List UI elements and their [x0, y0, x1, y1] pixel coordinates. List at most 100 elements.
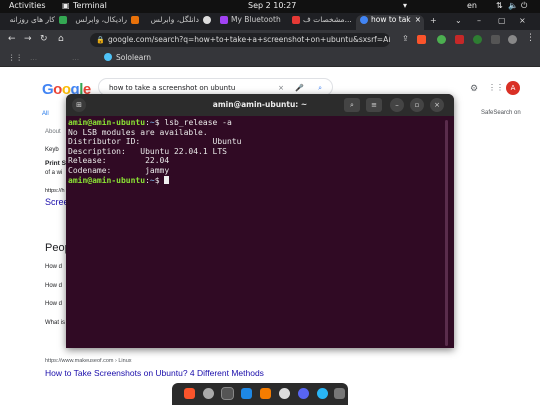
tab-5[interactable]: مشخصات ف... [288, 15, 354, 30]
extensions-puzzle-icon[interactable] [491, 35, 500, 44]
minimize-button[interactable]: – [477, 16, 481, 25]
tab-3[interactable]: دانلگل، وابرلس [144, 15, 214, 30]
extension-icon[interactable] [437, 35, 446, 44]
apps-grid-icon[interactable]: ⋮⋮ [488, 83, 504, 92]
tab-label: راديكال، وابرلس [75, 15, 127, 24]
result-title-link[interactable]: How to Take Screenshots on Ubuntu? 4 Dif… [45, 368, 264, 378]
maximize-icon[interactable]: ▫ [410, 98, 424, 112]
brave-extension-icon[interactable] [417, 35, 426, 44]
forward-icon[interactable]: → [24, 34, 32, 44]
minimize-icon[interactable]: – [390, 98, 404, 112]
text-cursor [164, 176, 170, 185]
clock[interactable]: Sep 2 10:27 [248, 1, 296, 10]
terminal-output[interactable]: amin@amin-ubuntu:~$ lsb_release -a No LS… [68, 118, 241, 185]
result-url[interactable]: https://www.makeuseof.com › Linux [45, 358, 132, 364]
profile-icon[interactable] [508, 35, 517, 44]
terminal-window[interactable]: ⊞ amin@amin-ubuntu: ~ ⌕ ≡ – ▫ × amin@ami… [66, 94, 454, 348]
tab-label: مشخصات ف... [303, 15, 352, 24]
paa-question[interactable]: How d [45, 301, 62, 307]
telegram-icon[interactable] [317, 388, 328, 399]
bookmarks-bar: ⋮⋮ ... ... Sololearn [0, 50, 540, 67]
prompt-path: ~ [149, 175, 155, 185]
result-stats: About [45, 129, 61, 135]
maximize-button[interactable]: ▢ [498, 16, 506, 25]
sololearn-icon [104, 53, 112, 61]
output-line: Codename: jammy [68, 165, 170, 175]
site-icon [292, 16, 300, 24]
paa-question[interactable]: How d [45, 283, 62, 289]
snippet-text: Print S [45, 160, 66, 167]
browser-tab-strip: كار های روزانه راديكال، وابرلس دانلگل، و… [0, 13, 540, 30]
reload-icon[interactable]: ↻ [40, 34, 48, 44]
vlc-icon[interactable] [260, 388, 271, 399]
output-line: Distributor ID: Ubuntu [68, 137, 242, 147]
app-menu[interactable]: Terminal [73, 1, 107, 10]
terminal-app-icon: ▣ [62, 1, 70, 10]
apps-icon[interactable]: ⋮⋮ [8, 53, 23, 62]
network-icon[interactable]: ⇅ [496, 1, 503, 10]
tab-all[interactable]: All [42, 111, 49, 117]
output-line: No LSB modules are available. [68, 127, 208, 137]
activities-button[interactable]: Activities [9, 1, 46, 10]
lock-icon: 🔒 [96, 36, 105, 44]
prompt-line: amin@amin-ubuntu:~$ [68, 175, 170, 185]
address-bar[interactable]: 🔒 google.com/search?q=how+to+take+a+scre… [90, 33, 390, 47]
prompt-user: amin@amin-ubuntu [68, 175, 146, 185]
close-window-button[interactable]: × [519, 16, 526, 25]
output-line: Release: 22.04 [68, 156, 170, 166]
volume-icon[interactable]: 🔈 [508, 1, 518, 10]
tab-1[interactable]: كار های روزانه [0, 15, 70, 30]
close-tab-icon[interactable]: × [415, 15, 421, 24]
settings-gear-icon[interactable]: ⚙ [470, 83, 478, 94]
keyboard-layout[interactable]: en [467, 1, 477, 10]
command-text: lsb_release -a [164, 118, 232, 127]
snippet-text: of a wi [45, 170, 63, 176]
account-avatar[interactable]: A [506, 81, 520, 95]
tab-label: دانلگل، وابرلس [150, 15, 199, 24]
terminal-headerbar[interactable]: ⊞ amin@amin-ubuntu: ~ ⌕ ≡ – ▫ × [66, 94, 454, 116]
tab-4[interactable]: My Bluetooth [216, 15, 286, 30]
hamburger-menu-icon[interactable]: ≡ [366, 98, 382, 112]
result-url[interactable]: https://h [45, 188, 65, 194]
chrome-icon[interactable] [203, 388, 214, 399]
keyboard-layout-indicator[interactable]: ▾ [403, 1, 407, 10]
new-tab-button[interactable]: + [430, 16, 437, 25]
close-icon[interactable]: × [430, 98, 444, 112]
tab-label: how to tak [371, 15, 411, 24]
brave-browser-icon[interactable] [184, 388, 195, 399]
prompt-path: ~ [149, 118, 155, 127]
paa-question[interactable]: What is [45, 320, 65, 326]
back-icon[interactable]: ← [8, 34, 16, 44]
extension-icon[interactable] [455, 35, 464, 44]
tab-2[interactable]: راديكال، وابرلس [72, 15, 142, 30]
terminal-icon[interactable] [221, 387, 234, 400]
site-icon [220, 16, 228, 24]
menu-icon[interactable]: ⋮ [526, 33, 535, 43]
share-icon[interactable]: ⇪ [402, 34, 409, 43]
power-icon[interactable]: ⏻ [521, 1, 527, 11]
snippet-text: Keyb [45, 147, 59, 153]
bookmark-folder[interactable]: ... [30, 53, 37, 62]
gnome-top-bar: Activities ▣ Terminal Sep 2 10:27 ▾ en ⇅… [0, 0, 540, 13]
prompt-line: amin@amin-ubuntu:~$ lsb_release -a [68, 118, 232, 127]
safesearch-label[interactable]: SafeSearch on [481, 110, 521, 116]
discord-icon[interactable] [298, 388, 309, 399]
paa-question[interactable]: How d [45, 264, 62, 270]
tab-label: كار های روزانه [9, 15, 55, 24]
show-apps-icon[interactable] [334, 388, 345, 399]
dock [172, 383, 348, 405]
tab-search-icon[interactable]: ⌄ [455, 16, 462, 25]
google-icon [203, 16, 211, 24]
bookmark-folder[interactable]: ... [72, 53, 79, 62]
tab-active[interactable]: how to tak × [356, 15, 424, 30]
terminal-scrollbar[interactable] [445, 120, 448, 346]
extension-icon[interactable] [473, 35, 482, 44]
search-icon[interactable]: ⌕ [344, 98, 360, 112]
home-icon[interactable]: ⌂ [58, 34, 64, 44]
app-icon[interactable] [279, 388, 290, 399]
bookmark-sololearn[interactable]: Sololearn [116, 53, 151, 62]
address-bar-url: google.com/search?q=how+to+take+a+screen… [108, 35, 390, 44]
sheets-icon [59, 16, 67, 24]
vscode-icon[interactable] [241, 388, 252, 399]
prompt-user: amin@amin-ubuntu [68, 118, 146, 127]
